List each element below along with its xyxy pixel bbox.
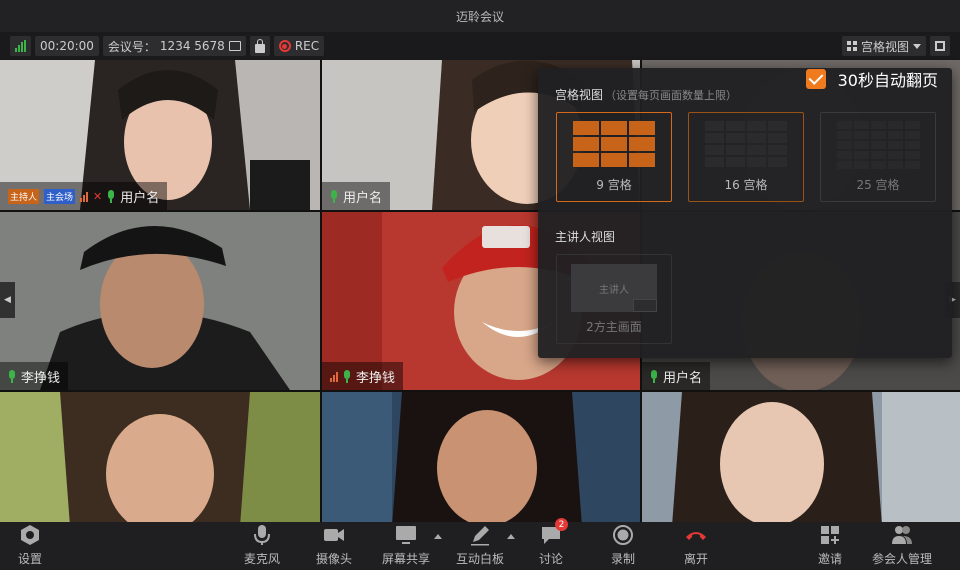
lock-icon: [254, 38, 265, 53]
record-dot-icon: [278, 40, 291, 52]
video-tile[interactable]: 李挣钱: [0, 212, 320, 390]
meeting-id-value: 1234 5678: [159, 39, 225, 53]
network-signal[interactable]: [10, 36, 31, 56]
grid-option-25[interactable]: 25 宫格: [820, 112, 936, 202]
chat-icon-wrap: 2: [540, 518, 568, 546]
host-badge: 主持人: [8, 188, 40, 204]
video-tile[interactable]: 主持人 主会场 ✕ 用户名: [0, 60, 320, 210]
grid-option-label: 9 宫格: [596, 178, 632, 192]
view-settings-popup: 30秒自动翻页 宫格视图 （设置每页画面数量上限） 9 宫格 16 宫格 25 宫…: [538, 68, 952, 358]
hang-up-icon: [686, 532, 706, 540]
grid-option-9[interactable]: 9 宫格: [556, 112, 672, 202]
mic-button[interactable]: 麦克风: [244, 522, 280, 570]
speaker-view-option[interactable]: 主讲人 2方主画面: [556, 254, 672, 344]
view-mode-dropdown[interactable]: 宫格视图: [841, 36, 926, 56]
mic-icon: [8, 369, 16, 383]
main-venue-badge: 主会场: [44, 188, 76, 204]
whiteboard-options-caret[interactable]: [507, 534, 515, 539]
view-mode-label: 宫格视图: [860, 39, 909, 54]
participant-label: 李挣钱: [322, 362, 404, 390]
meeting-id-chip[interactable]: 会议号： 1234 5678: [102, 36, 246, 56]
whiteboard-button[interactable]: 互动白板: [456, 522, 504, 570]
bottom-toolbar: 设置 麦克风 摄像头 屏幕共享 互动白板 2 讨论 录制 离开 邀请 参会人管理: [0, 518, 960, 570]
people-icon: [892, 526, 912, 544]
recording-indicator[interactable]: REC: [273, 36, 325, 56]
lock-button[interactable]: [249, 36, 270, 56]
grid-option-16[interactable]: 16 宫格: [688, 112, 804, 202]
grid-option-label: 16 宫格: [724, 178, 768, 192]
share-icon[interactable]: [228, 41, 241, 51]
unread-badge: 2: [555, 518, 568, 531]
invite-button[interactable]: 邀请: [818, 522, 842, 570]
fullscreen-button[interactable]: [930, 36, 950, 56]
participant-label: 李挣钱: [0, 362, 69, 390]
signal-bars-icon: [15, 40, 26, 52]
auto-flip-checkbox[interactable]: [805, 69, 826, 89]
auto-flip-label: 30秒自动翻页: [837, 71, 938, 90]
record-icon: [613, 525, 633, 545]
speaker-sub-frame: [633, 299, 657, 312]
participant-video: [322, 392, 640, 526]
participant-video: [642, 392, 960, 526]
grid-section-title: 宫格视图 （设置每页画面数量上限）: [555, 88, 738, 102]
mic-icon: [107, 189, 115, 203]
screen-share-button[interactable]: 屏幕共享: [382, 522, 430, 570]
speaker-section-title: 主讲人视图: [555, 230, 616, 244]
camera-icon: [324, 529, 344, 541]
invite-icon: [821, 526, 839, 544]
participant-label: 主持人 主会场 ✕ 用户名: [0, 182, 168, 210]
leave-button[interactable]: 离开: [684, 522, 708, 570]
participant-name: 用户名: [120, 190, 160, 206]
settings-button[interactable]: 设置: [18, 522, 42, 570]
chat-button[interactable]: 2 讨论: [539, 518, 568, 570]
mic-icon: [650, 369, 658, 383]
meeting-info-bar: 00:20:00 会议号： 1234 5678 REC 宫格视图: [0, 32, 960, 60]
auto-flip-toggle[interactable]: 30秒自动翻页: [805, 68, 938, 90]
grid-9-icon: [573, 121, 655, 167]
screen-share-options-caret[interactable]: [434, 534, 442, 539]
grid-option-label: 25 宫格: [856, 178, 900, 192]
record-button[interactable]: 录制: [611, 522, 635, 570]
meeting-duration: 00:20:00: [35, 36, 99, 56]
participant-label: 用户名: [642, 362, 711, 390]
participant-name: 用户名: [663, 370, 703, 386]
audio-level-icon: [80, 191, 89, 202]
chevron-left-icon: ◀: [4, 295, 11, 305]
rec-label: REC: [294, 39, 320, 53]
speaker-option-label: 2方主画面: [586, 320, 642, 334]
participant-name: 用户名: [343, 190, 383, 206]
participant-label: 用户名: [322, 182, 391, 210]
participant-video: [0, 392, 320, 526]
video-tile[interactable]: [0, 392, 320, 526]
prev-page-button[interactable]: ◀: [0, 282, 15, 318]
participant-name: 李挣钱: [21, 370, 61, 386]
window-title: 迈聆会议: [455, 9, 504, 24]
grid-16-icon: [705, 121, 787, 167]
mic-icon: [343, 369, 351, 383]
microphone-icon: [254, 525, 270, 545]
gear-icon: [21, 525, 39, 545]
chevron-down-icon: [913, 43, 921, 49]
mic-icon: [330, 189, 338, 203]
video-tile[interactable]: [642, 392, 960, 526]
screen-share-icon: [396, 526, 416, 544]
camera-button[interactable]: 摄像头: [316, 522, 352, 570]
pen-icon: [471, 526, 489, 546]
grid-25-icon: [836, 121, 920, 169]
audio-level-icon: [330, 371, 338, 382]
camera-off-icon: ✕: [93, 189, 103, 203]
fullscreen-icon: [935, 41, 945, 51]
meeting-id-label: 会议号：: [107, 39, 156, 54]
participant-name: 李挣钱: [356, 370, 396, 386]
grid-section-hint: （设置每页画面数量上限）: [605, 89, 738, 102]
participants-button[interactable]: 参会人管理: [872, 522, 932, 570]
video-tile[interactable]: [322, 392, 640, 526]
grid-view-icon: [846, 41, 857, 51]
window-titlebar: 迈聆会议: [0, 0, 960, 32]
